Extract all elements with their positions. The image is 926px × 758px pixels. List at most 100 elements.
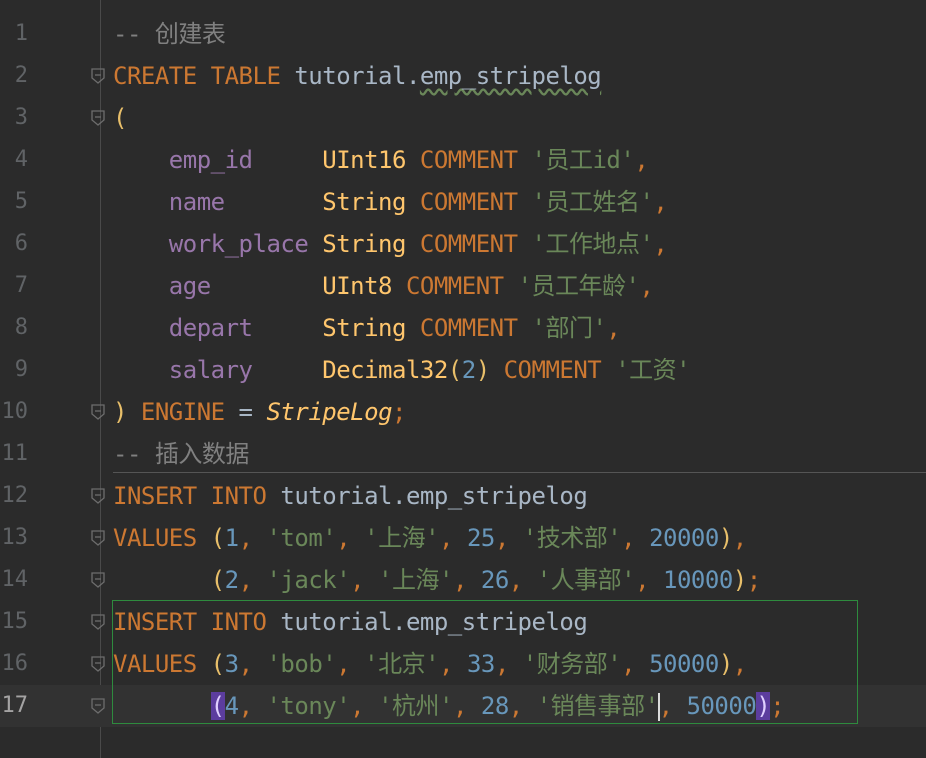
code-editor[interactable]: 1 -- 创建表 2 CREATE TABLE tutorial.emp_stripe… <box>0 0 926 758</box>
code-text[interactable]: name String COMMENT '员工姓名', <box>113 181 668 223</box>
line-number: 3 <box>14 105 28 130</box>
fold-toggle-icon[interactable] <box>90 403 106 421</box>
code-line[interactable]: 17 (4, 'tony', '杭州', 28, '销售事部', 50000); <box>0 685 926 727</box>
code-token: age <box>168 272 211 300</box>
code-text[interactable]: work_place String COMMENT '工作地点', <box>113 223 668 265</box>
code-token: , <box>658 692 673 720</box>
code-text[interactable]: ) ENGINE = StripeLog; <box>113 391 406 433</box>
code-text[interactable]: ( <box>113 97 127 139</box>
code-text[interactable]: emp_id UInt16 COMMENT '员工id', <box>113 139 649 181</box>
fold-toggle-icon[interactable] <box>90 655 106 673</box>
code-line[interactable]: 7 age UInt8 COMMENT '员工年龄', <box>0 265 926 307</box>
code-line[interactable]: 15 INSERT INTO tutorial.emp_stripelog <box>0 601 926 643</box>
fold-toggle-icon[interactable] <box>90 571 106 589</box>
code-token: work_place <box>168 230 309 258</box>
code-token: Decimal32 <box>322 356 448 384</box>
code-token: ; <box>392 398 406 426</box>
code-token: '上海' <box>364 524 440 552</box>
code-token: , <box>606 314 621 342</box>
code-line[interactable]: 5 name String COMMENT '员工姓名', <box>0 181 926 223</box>
code-token: 'tony' <box>266 692 351 720</box>
code-text[interactable]: salary Decimal32(2) COMMENT '工资' <box>113 349 691 391</box>
code-line[interactable]: 8 depart String COMMENT '部门', <box>0 307 926 349</box>
code-token: INSERT <box>113 608 197 636</box>
code-text[interactable]: INSERT INTO tutorial.emp_stripelog <box>113 601 588 643</box>
code-token: String <box>322 188 406 216</box>
code-token: , <box>452 566 467 594</box>
code-text[interactable]: CREATE TABLE tutorial.emp_stripelog <box>113 55 602 97</box>
code-line[interactable]: 2 CREATE TABLE tutorial.emp_stripelog <box>0 55 926 97</box>
code-token: , <box>621 650 636 678</box>
code-line[interactable]: 6 work_place String COMMENT '工作地点', <box>0 223 926 265</box>
fold-toggle-icon[interactable] <box>90 487 106 505</box>
code-line[interactable]: 10) ENGINE = StripeLog; <box>0 391 926 433</box>
code-token: ; <box>770 692 785 720</box>
code-text[interactable]: VALUES (1, 'tom', '上海', 25, '技术部', 20000… <box>113 517 747 559</box>
code-token: emp_stripelog <box>419 62 602 90</box>
line-number: 8 <box>14 315 28 340</box>
code-line[interactable]: 13 VALUES (1, 'tom', '上海', 25, '技术部', 200… <box>0 517 926 559</box>
code-line[interactable]: 12 INSERT INTO tutorial.emp_stripelog <box>0 475 926 517</box>
code-token: 4 <box>224 692 239 720</box>
code-line[interactable]: 11 -- 插入数据 <box>0 433 926 475</box>
code-token: , <box>452 692 467 720</box>
code-text[interactable]: depart String COMMENT '部门', <box>113 307 621 349</box>
code-token: '杭州' <box>378 692 453 720</box>
line-number: 6 <box>14 231 28 256</box>
code-token: ; <box>746 566 761 594</box>
code-text[interactable]: VALUES (3, 'bob', '北京', 33, '财务部', 50000… <box>113 643 747 685</box>
code-token: '人事部' <box>536 566 636 594</box>
line-number: 17 <box>1 693 29 718</box>
code-token: 50000 <box>649 650 719 678</box>
code-token: ) <box>475 356 490 384</box>
code-line[interactable]: 9 salary Decimal32(2) COMMENT '工资' <box>0 349 926 391</box>
code-token: 'bob' <box>266 650 337 678</box>
code-token: , <box>653 188 668 216</box>
code-text[interactable]: (2, 'jack', '上海', 26, '人事部', 10000); <box>113 559 762 601</box>
code-token: tutorial. <box>280 62 420 90</box>
code-text[interactable]: -- 插入数据 <box>113 433 249 475</box>
code-token: INTO <box>210 608 267 636</box>
code-text[interactable]: (4, 'tony', '杭州', 28, '销售事部', 50000); <box>113 685 785 727</box>
fold-toggle-icon[interactable] <box>90 529 106 547</box>
code-line[interactable]: 4 emp_id UInt16 COMMENT '员工id', <box>0 139 926 181</box>
code-token: , <box>508 692 523 720</box>
code-text[interactable]: INSERT INTO tutorial.emp_stripelog <box>113 475 588 517</box>
code-line[interactable]: 16 VALUES (3, 'bob', '北京', 33, '财务部', 500… <box>0 643 926 685</box>
code-token: 50000 <box>686 692 757 720</box>
code-token: -- 创建表 <box>113 20 226 48</box>
fold-toggle-icon[interactable] <box>90 67 106 85</box>
fold-toggle-icon[interactable] <box>90 697 106 715</box>
code-text[interactable]: age UInt8 COMMENT '员工年龄', <box>113 265 654 307</box>
fold-toggle-icon[interactable] <box>90 613 106 631</box>
code-token: depart <box>168 314 253 342</box>
code-token: 20000 <box>649 524 719 552</box>
code-line[interactable]: 1 -- 创建表 <box>0 13 926 55</box>
code-line[interactable]: 3( <box>0 97 926 139</box>
fold-toggle-icon[interactable] <box>90 109 106 127</box>
code-token: name <box>168 188 225 216</box>
code-token: 33 <box>466 650 495 678</box>
code-text[interactable]: -- 创建表 <box>113 13 226 55</box>
line-number: 11 <box>1 441 29 466</box>
code-token: ) <box>113 398 127 426</box>
code-line[interactable]: 14 (2, 'jack', '上海', 26, '人事部', 10000); <box>0 559 926 601</box>
code-token: 2 <box>224 566 239 594</box>
code-token: ) <box>718 524 733 552</box>
code-token: 28 <box>480 692 509 720</box>
code-token: ( <box>447 356 462 384</box>
code-token: ( <box>210 566 225 594</box>
code-token: ) <box>732 566 747 594</box>
